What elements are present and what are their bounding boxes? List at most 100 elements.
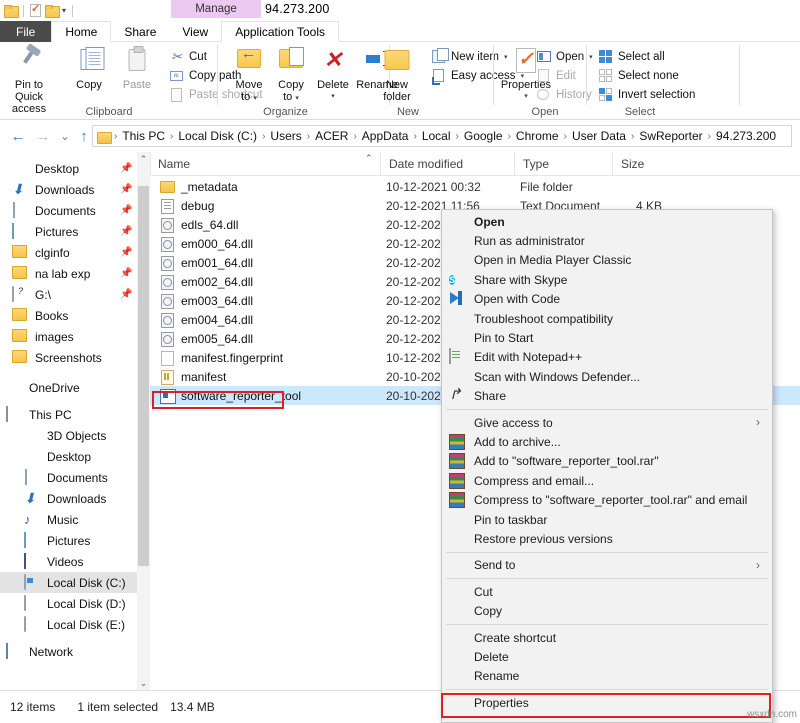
properties-icon[interactable] bbox=[30, 4, 41, 17]
select-none-button[interactable]: Select none bbox=[599, 67, 679, 84]
menu-item-properties[interactable]: Properties bbox=[442, 693, 772, 712]
table-row[interactable]: _metadata 10-12-2021 00:32 File folder bbox=[150, 177, 800, 196]
menu-item-open-with-code[interactable]: Open with Code bbox=[442, 290, 772, 309]
menu-item-send-to[interactable]: Send to › bbox=[442, 556, 772, 575]
sidebar-item-desktop-pc[interactable]: Desktop bbox=[0, 446, 137, 467]
menu-item-copy[interactable]: Copy bbox=[442, 601, 772, 620]
menu-item-pin-to-start[interactable]: Pin to Start bbox=[442, 328, 772, 347]
select-all-button[interactable]: Select all bbox=[599, 48, 665, 65]
breadcrumb[interactable]: › This PC › Local Disk (C:) › Users › AC… bbox=[92, 125, 792, 147]
sidebar-item-images[interactable]: images bbox=[0, 326, 137, 347]
recent-locations-button[interactable]: ⌄ bbox=[55, 126, 75, 146]
breadcrumb-item-chrome[interactable]: Chrome bbox=[513, 129, 562, 143]
tab-home[interactable]: Home bbox=[51, 21, 111, 42]
menu-item-troubleshoot-compatibility[interactable]: Troubleshoot compatibility bbox=[442, 309, 772, 328]
sidebar-item-documents-pc[interactable]: Documents bbox=[0, 467, 137, 488]
sidebar-item-local-disk-c[interactable]: Local Disk (C:) bbox=[0, 572, 137, 593]
menu-item-share[interactable]: Share bbox=[442, 387, 772, 406]
menu-item-pin-to-taskbar[interactable]: Pin to taskbar bbox=[442, 510, 772, 529]
sidebar-item-downloads-pc[interactable]: ⬇ Downloads bbox=[0, 488, 137, 509]
menu-item-create-shortcut[interactable]: Create shortcut bbox=[442, 628, 772, 647]
menu-item-cut[interactable]: Cut bbox=[442, 582, 772, 601]
menu-item-open-in-media-player-classic[interactable]: Open in Media Player Classic bbox=[442, 251, 772, 270]
sidebar-item-na-lab-exp[interactable]: na lab exp 📌 bbox=[0, 263, 137, 284]
sidebar-item-this-pc[interactable]: This PC bbox=[0, 404, 137, 425]
menu-item-edit-with-notepadpp[interactable]: Edit with Notepad++ bbox=[442, 348, 772, 367]
sidebar-item-network[interactable]: Network bbox=[0, 641, 137, 662]
column-header-date-modified[interactable]: Date modified bbox=[380, 152, 514, 176]
sidebar-item-g-drive[interactable]: G:\ 📌 bbox=[0, 284, 137, 305]
chevron-down-icon[interactable]: ▾ bbox=[62, 7, 66, 15]
scrollbar-thumb[interactable] bbox=[138, 186, 149, 566]
menu-item-share-with-skype[interactable]: S Share with Skype bbox=[442, 270, 772, 289]
new-folder-icon[interactable] bbox=[45, 5, 58, 16]
column-header-size[interactable]: Size bbox=[612, 152, 692, 176]
menu-item-rename[interactable]: Rename bbox=[442, 667, 772, 686]
back-button[interactable]: ← bbox=[8, 126, 28, 146]
sidebar-item-clginfo[interactable]: clginfo 📌 bbox=[0, 242, 137, 263]
breadcrumb-item-swreporter[interactable]: SwReporter bbox=[636, 129, 705, 143]
pin-icon[interactable]: 📌 bbox=[120, 163, 129, 174]
breadcrumb-item-users[interactable]: Users bbox=[267, 129, 304, 143]
menu-item-run-as-administrator[interactable]: Run as administrator bbox=[442, 231, 772, 250]
delete-caret-icon[interactable]: ▾ bbox=[306, 91, 360, 103]
invert-selection-button[interactable]: Invert selection bbox=[599, 86, 695, 103]
menu-item-restore-previous-versions[interactable]: Restore previous versions bbox=[442, 529, 772, 548]
pin-icon[interactable]: 📌 bbox=[120, 205, 129, 216]
sidebar-item-screenshots[interactable]: Screenshots bbox=[0, 347, 137, 368]
sidebar-item-music[interactable]: ♪ Music bbox=[0, 509, 137, 530]
scroll-up-icon[interactable]: ⌃ bbox=[137, 152, 150, 166]
breadcrumb-item-this-pc[interactable]: This PC bbox=[119, 129, 168, 143]
edit-button[interactable]: Edit bbox=[537, 67, 576, 84]
breadcrumb-item-user-data[interactable]: User Data bbox=[569, 129, 629, 143]
up-button[interactable]: ↑ bbox=[74, 126, 94, 146]
pin-icon[interactable]: 📌 bbox=[120, 226, 129, 237]
tab-application-tools[interactable]: Application Tools bbox=[221, 21, 339, 42]
sidebar-item-books[interactable]: Books bbox=[0, 305, 137, 326]
sidebar-item-pictures-pc[interactable]: Pictures bbox=[0, 530, 137, 551]
menu-item-add-to-rar[interactable]: Add to "software_reporter_tool.rar" bbox=[442, 452, 772, 471]
sidebar-item-local-disk-e[interactable]: Local Disk (E:) bbox=[0, 614, 137, 635]
sidebar-item-pictures[interactable]: Pictures 📌 bbox=[0, 221, 137, 242]
pin-to-quick-access-button[interactable]: Pin to Quick access bbox=[2, 46, 56, 115]
menu-item-give-access-to[interactable]: Give access to › bbox=[442, 413, 772, 432]
pin-icon[interactable]: 📌 bbox=[120, 247, 129, 258]
breadcrumb-item-appdata[interactable]: AppData bbox=[359, 129, 412, 143]
folder-icon[interactable] bbox=[4, 5, 17, 16]
chevron-down-icon-3[interactable]: ▾ bbox=[589, 53, 593, 61]
breadcrumb-item-google[interactable]: Google bbox=[461, 129, 506, 143]
copy-button[interactable]: Copy bbox=[62, 46, 116, 91]
menu-item-compress-to-rar-and-email[interactable]: Compress to "software_reporter_tool.rar"… bbox=[442, 490, 772, 509]
new-folder-button[interactable]: New folder bbox=[370, 46, 424, 103]
scroll-down-icon[interactable]: ⌄ bbox=[137, 676, 150, 690]
breadcrumb-item-version[interactable]: 94.273.200 bbox=[713, 129, 779, 143]
paste-button[interactable]: Paste bbox=[110, 46, 164, 91]
sidebar-item-videos[interactable]: Videos bbox=[0, 551, 137, 572]
forward-button[interactable]: → bbox=[33, 126, 53, 146]
menu-item-scan-with-windows-defender[interactable]: Scan with Windows Defender... bbox=[442, 367, 772, 386]
sidebar-item-3d-objects[interactable]: 3D Objects bbox=[0, 425, 137, 446]
pin-icon[interactable]: 📌 bbox=[120, 268, 129, 279]
tab-file[interactable]: File bbox=[0, 21, 51, 42]
column-header-name[interactable]: Name bbox=[150, 152, 380, 176]
menu-item-compress-and-email[interactable]: Compress and email... bbox=[442, 471, 772, 490]
column-header-type[interactable]: Type bbox=[514, 152, 612, 176]
sidebar-item-onedrive[interactable]: OneDrive bbox=[0, 377, 137, 398]
sidebar-item-documents[interactable]: Documents 📌 bbox=[0, 200, 137, 221]
menu-item-delete[interactable]: Delete bbox=[442, 647, 772, 666]
open-button[interactable]: Open ▾ bbox=[537, 48, 593, 65]
breadcrumb-item-acer[interactable]: ACER bbox=[312, 129, 351, 143]
menu-item-add-to-archive[interactable]: Add to archive... bbox=[442, 432, 772, 451]
sidebar-item-downloads[interactable]: ⬇ Downloads 📌 bbox=[0, 179, 137, 200]
sidebar-item-desktop[interactable]: Desktop 📌 bbox=[0, 158, 137, 179]
navigation-pane-scrollbar[interactable]: ⌃ ⌄ bbox=[137, 152, 150, 690]
breadcrumb-item-local-disk-c[interactable]: Local Disk (C:) bbox=[175, 129, 260, 143]
cut-button[interactable]: ✂ Cut bbox=[170, 48, 207, 65]
breadcrumb-item-local[interactable]: Local bbox=[419, 129, 454, 143]
tab-share[interactable]: Share bbox=[111, 21, 169, 42]
menu-item-open[interactable]: Open bbox=[442, 212, 772, 231]
sidebar-item-local-disk-d[interactable]: Local Disk (D:) bbox=[0, 593, 137, 614]
tab-view[interactable]: View bbox=[169, 21, 221, 42]
history-button[interactable]: History bbox=[537, 86, 592, 103]
pin-icon[interactable]: 📌 bbox=[120, 289, 129, 300]
